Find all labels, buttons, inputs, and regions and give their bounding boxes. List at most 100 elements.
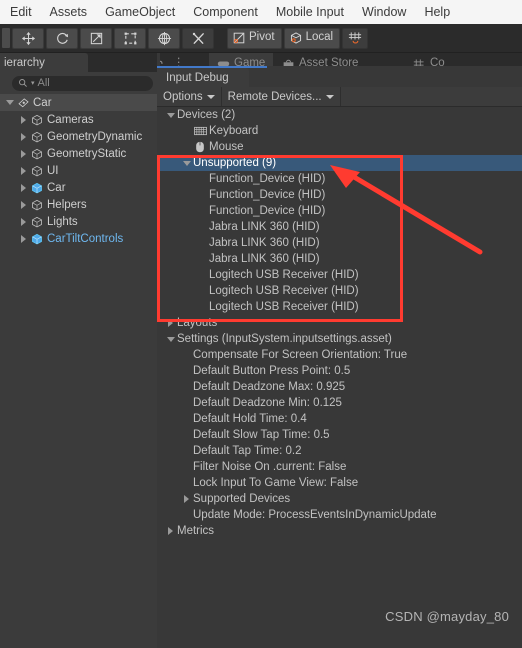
hierarchy-item-cartiltcontrols[interactable]: CarTiltControls (0, 230, 157, 247)
chevron-down-icon[interactable] (181, 160, 192, 166)
tree-row[interactable]: Keyboard (157, 123, 522, 139)
pivot-toggle-button[interactable]: Pivot (227, 27, 282, 49)
hierarchy-item-car[interactable]: Car (0, 94, 157, 111)
rect-tool-button[interactable] (114, 27, 146, 49)
tree-row[interactable]: Logitech USB Receiver (HID) (157, 283, 522, 299)
chevron-down-icon[interactable] (4, 100, 15, 105)
tree-row-label: Metrics (177, 525, 215, 537)
tree-row[interactable]: Jabra LINK 360 (HID) (157, 219, 522, 235)
hand-tool-button[interactable] (2, 28, 10, 48)
chevron-right-icon[interactable] (165, 319, 176, 327)
tree-row[interactable]: Metrics (157, 523, 522, 539)
chevron-right-icon[interactable] (18, 200, 29, 209)
tree-row-label: Default Tap Time: 0.2 (193, 445, 302, 457)
hierarchy-item-lights[interactable]: Lights (0, 213, 157, 230)
move-tool-button[interactable] (12, 27, 44, 49)
chevron-right-icon[interactable] (165, 527, 176, 535)
local-label: Local (305, 31, 334, 44)
tree-row[interactable]: Lock Input To Game View: False (157, 475, 522, 491)
tree-row-label: Compensate For Screen Orientation: True (193, 349, 408, 361)
tree-row[interactable]: Mouse (157, 139, 522, 155)
tree-row[interactable]: Update Mode: ProcessEventsInDynamicUpdat… (157, 507, 522, 523)
tree-row[interactable]: Devices (2) (157, 107, 522, 123)
tree-row[interactable]: Jabra LINK 360 (HID) (157, 251, 522, 267)
hierarchy-item-geometrystatic[interactable]: GeometryStatic (0, 145, 157, 162)
tree-row[interactable]: Function_Device (HID) (157, 187, 522, 203)
local-toggle-button[interactable]: Local (283, 27, 341, 49)
chevron-right-icon[interactable] (18, 234, 29, 243)
chevron-right-icon[interactable] (18, 183, 29, 192)
chevron-right-icon[interactable] (18, 115, 29, 124)
tree-row[interactable]: Jabra LINK 360 (HID) (157, 235, 522, 251)
hierarchy-item-label: CarTiltControls (47, 232, 124, 245)
rotate-tool-button[interactable] (46, 27, 78, 49)
hierarchy-search-input[interactable]: ▾ All (12, 75, 153, 91)
tree-row[interactable]: Compensate For Screen Orientation: True (157, 347, 522, 363)
rect-transform-icon (124, 32, 136, 44)
hierarchy-item-label: GeometryDynamic (47, 130, 143, 143)
transform-tool-button[interactable] (148, 27, 180, 49)
tree-row-label: Layouts (177, 317, 218, 329)
tree-row-label: Logitech USB Receiver (HID) (209, 269, 359, 281)
menu-item-window[interactable]: Window (362, 5, 406, 19)
prefab-icon (29, 233, 45, 245)
hierarchy-search-placeholder: All (37, 77, 50, 89)
tree-row[interactable]: Settings (InputSystem.inputsettings.asse… (157, 331, 522, 347)
editor-toolbar: Pivot Local (0, 24, 522, 53)
tree-row[interactable]: Layouts (157, 315, 522, 331)
menu-item-help[interactable]: Help (424, 5, 450, 19)
pivot-icon (233, 32, 245, 44)
chevron-right-icon[interactable] (18, 217, 29, 226)
menu-item-gameobject[interactable]: GameObject (105, 5, 175, 19)
chevron-right-icon[interactable] (18, 132, 29, 141)
tab-hierarchy[interactable]: ierarchy (0, 53, 88, 72)
tree-row-label: Keyboard (209, 125, 259, 137)
tree-row[interactable]: Logitech USB Receiver (HID) (157, 267, 522, 283)
hierarchy-item-car[interactable]: Car (0, 179, 157, 196)
menu-item-assets[interactable]: Assets (50, 5, 88, 19)
move-icon (21, 31, 35, 45)
hierarchy-tree[interactable]: Car Cameras GeometryDynamic GeometryStatic U… (0, 94, 157, 648)
tree-row[interactable]: Logitech USB Receiver (HID) (157, 299, 522, 315)
chevron-right-icon[interactable] (18, 149, 29, 158)
tree-row[interactable]: Default Deadzone Max: 0.925 (157, 379, 522, 395)
chevron-down-icon[interactable] (165, 336, 176, 342)
input-debug-tree[interactable]: Devices (2) Keyboard Mouse Unsupported (9) F… (157, 107, 522, 648)
hierarchy-item-geometrydynamic[interactable]: GeometryDynamic (0, 128, 157, 145)
tree-row[interactable]: Supported Devices (157, 491, 522, 507)
chevron-down-icon[interactable] (165, 112, 176, 118)
menu-item-edit[interactable]: Edit (10, 5, 32, 19)
tree-row-label: Default Button Press Point: 0.5 (193, 365, 351, 377)
grid-snap-button[interactable] (342, 27, 369, 49)
custom-tool-button[interactable] (182, 27, 214, 49)
options-dropdown-button[interactable]: Options (157, 87, 222, 106)
tree-row-label: Default Slow Tap Time: 0.5 (193, 429, 330, 441)
menu-item-component[interactable]: Component (193, 5, 258, 19)
menu-bar: Edit Assets GameObject Component Mobile … (0, 0, 522, 24)
tree-row[interactable]: Default Tap Time: 0.2 (157, 443, 522, 459)
tree-row[interactable]: Function_Device (HID) (157, 171, 522, 187)
tree-row[interactable]: Default Hold Time: 0.4 (157, 411, 522, 427)
tree-row[interactable]: Default Button Press Point: 0.5 (157, 363, 522, 379)
scene-icon (15, 97, 31, 109)
hierarchy-item-helpers[interactable]: Helpers (0, 196, 157, 213)
wrench-screwdriver-icon (192, 32, 204, 44)
options-label: Options (163, 90, 203, 103)
remote-devices-label: Remote Devices... (227, 90, 322, 103)
hierarchy-item-ui[interactable]: UI (0, 162, 157, 179)
tree-row-label: Filter Noise On .current: False (193, 461, 347, 473)
tree-row-label: Update Mode: ProcessEventsInDynamicUpdat… (193, 509, 437, 521)
gameobject-icon (29, 216, 45, 228)
tab-input-debug[interactable]: Input Debug (157, 68, 249, 87)
menu-item-mobile-input[interactable]: Mobile Input (276, 5, 344, 19)
tree-row[interactable]: Filter Noise On .current: False (157, 459, 522, 475)
remote-devices-dropdown-button[interactable]: Remote Devices... (222, 87, 341, 106)
chevron-right-icon[interactable] (18, 166, 29, 175)
hierarchy-item-label: GeometryStatic (47, 147, 127, 160)
chevron-right-icon[interactable] (181, 495, 192, 503)
tree-row[interactable]: Default Deadzone Min: 0.125 (157, 395, 522, 411)
scale-tool-button[interactable] (80, 27, 112, 49)
hierarchy-item-cameras[interactable]: Cameras (0, 111, 157, 128)
tree-row[interactable]: Function_Device (HID) (157, 203, 522, 219)
tree-row[interactable]: Default Slow Tap Time: 0.5 (157, 427, 522, 443)
